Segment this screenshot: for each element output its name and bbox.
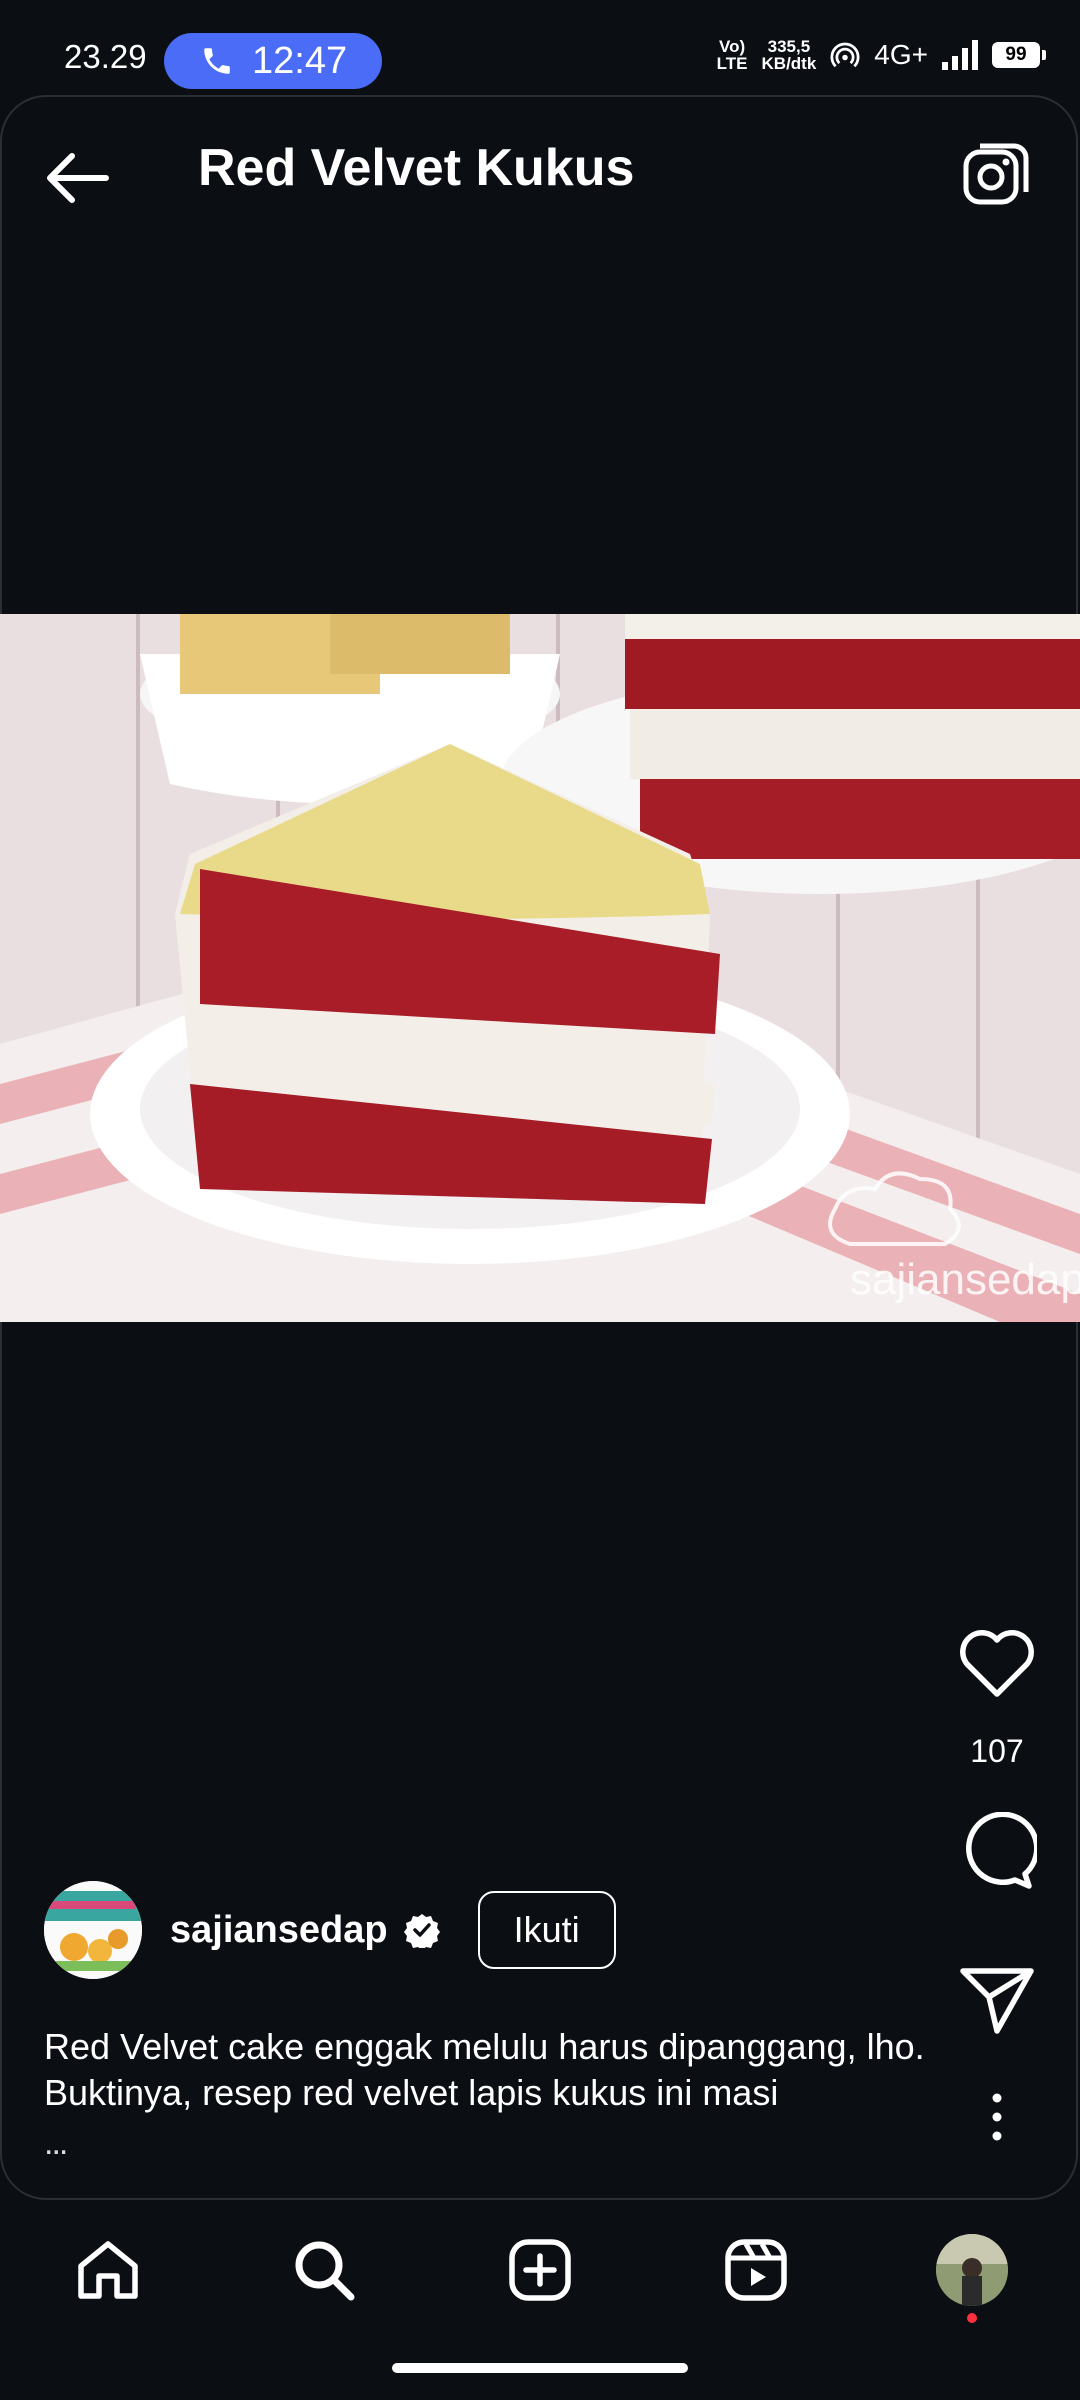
home-icon: [78, 2241, 138, 2299]
send-icon: [960, 1968, 1034, 2034]
reels-icon: [725, 2239, 787, 2301]
search-icon: [295, 2241, 355, 2301]
author-username[interactable]: sajiansedap: [170, 1909, 388, 1952]
status-icons: Vo) LTE 335,5 KB/dtk 4G+ 99: [716, 37, 1046, 73]
phone-icon: [204, 48, 230, 74]
author-row: sajiansedap Ikuti: [44, 1880, 616, 1980]
like-count[interactable]: 107: [950, 1733, 1044, 1770]
call-duration: 12:47: [252, 39, 348, 82]
nav-search[interactable]: [284, 2230, 364, 2310]
more-options-button[interactable]: [950, 2092, 1044, 2142]
network-type: 4G+: [874, 39, 928, 70]
volte-indicator: Vo) LTE: [716, 37, 748, 73]
like-button[interactable]: [950, 1628, 1044, 1700]
hotspot-icon: [830, 42, 860, 68]
more-vertical-icon: [992, 2093, 1002, 2141]
camera-icon[interactable]: [960, 140, 1030, 210]
follow-button[interactable]: Ikuti: [477, 1891, 616, 1969]
red-velvet-cake-illustration: sajiansedap: [0, 614, 1080, 1322]
signal-icon: [942, 40, 978, 70]
battery-icon: 99: [992, 42, 1046, 68]
page-title: Red Velvet Kukus: [198, 139, 635, 197]
ongoing-call-pill[interactable]: 12:47: [164, 33, 382, 89]
comment-button[interactable]: [950, 1812, 1044, 1892]
comment-icon: [966, 1812, 1037, 1889]
nav-reels[interactable]: [716, 2230, 796, 2310]
back-arrow-icon[interactable]: [42, 148, 112, 208]
status-time: 23.29: [64, 38, 147, 75]
author-avatar-image: [44, 1881, 142, 1979]
share-button[interactable]: [950, 1965, 1044, 2035]
nav-create[interactable]: [500, 2230, 580, 2310]
home-indicator[interactable]: [392, 2363, 688, 2373]
post-caption[interactable]: Red Velvet cake enggak melulu harus dipa…: [44, 2024, 944, 2116]
nav-home[interactable]: [68, 2230, 148, 2310]
add-post-icon: [509, 2239, 571, 2301]
verified-badge-icon: [403, 1914, 440, 1948]
author-avatar[interactable]: [44, 1881, 142, 1979]
caption-more[interactable]: ...: [44, 2124, 68, 2163]
status-bar: 23.29 12:47 Vo) LTE 335,5 KB/dtk 4G+ 99: [0, 0, 1080, 96]
watermark-text: sajiansedap: [850, 1255, 1080, 1304]
heart-icon: [960, 1630, 1034, 1697]
network-speed: 335,5 KB/dtk: [761, 37, 817, 73]
profile-avatar: [936, 2234, 1008, 2306]
top-bar: Red Velvet Kukus: [0, 120, 1080, 230]
post-image[interactable]: sajiansedap: [0, 614, 1080, 1322]
profile-notification-dot: [967, 2313, 977, 2323]
nav-profile[interactable]: [932, 2230, 1012, 2310]
